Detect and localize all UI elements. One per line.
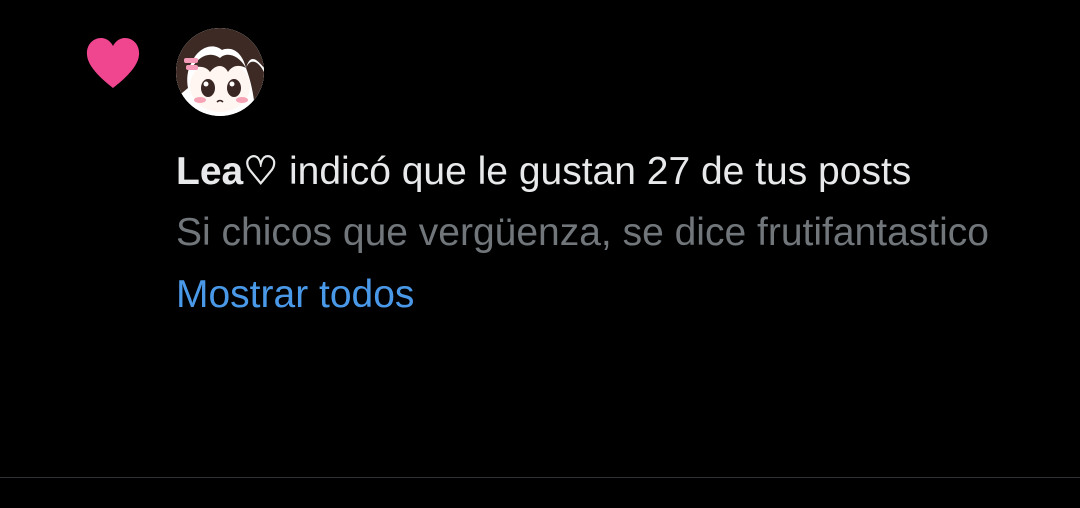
user-name[interactable]: Lea♡ xyxy=(176,150,278,193)
heart-icon xyxy=(84,36,142,90)
notification-headline: Lea♡ indicó que le gustan 27 de tus post… xyxy=(176,140,1036,204)
notification-content: Lea♡ indicó que le gustan 27 de tus post… xyxy=(176,140,1036,324)
show-all-link[interactable]: Mostrar todos xyxy=(176,266,414,324)
avatar[interactable] xyxy=(176,28,264,116)
divider xyxy=(0,477,1080,478)
like-notification[interactable]: Lea♡ indicó que le gustan 27 de tus post… xyxy=(0,0,1080,477)
action-text: indicó que le gustan 27 de tus posts xyxy=(278,150,912,193)
post-preview: Si chicos que vergüenza, se dice frutifa… xyxy=(176,211,989,254)
